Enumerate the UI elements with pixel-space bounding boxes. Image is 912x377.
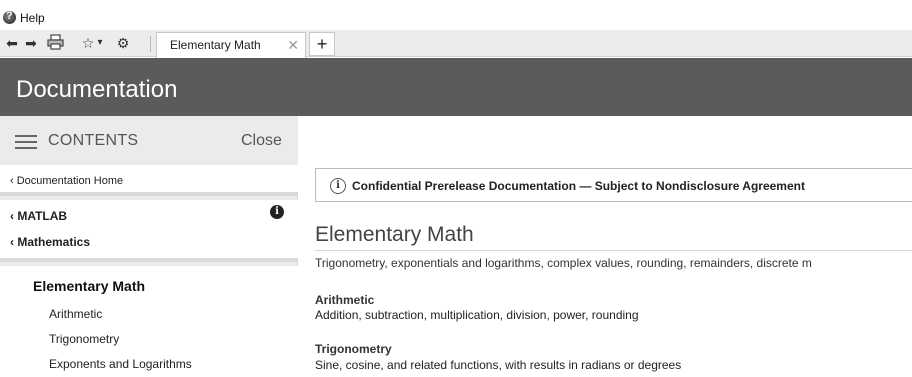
forward-arrow-icon[interactable]: ➡ <box>23 34 39 52</box>
page-summary: Trigonometry, exponentials and logarithm… <box>315 256 812 270</box>
section-trigonometry-link[interactable]: Trigonometry <box>315 342 392 356</box>
info-icon[interactable]: i <box>270 205 284 219</box>
browser-toolbar: ⬅ ➡ ☆ ▾ ⚙ Elementary Math ✕ + <box>0 30 912 58</box>
help-icon <box>3 10 16 24</box>
documentation-home-row: ‹ Documentation Home <box>0 165 298 196</box>
section-arithmetic-description: Addition, subtraction, multiplication, d… <box>315 308 639 322</box>
breadcrumb-mathematics-link[interactable]: ‹ Mathematics <box>10 235 90 249</box>
documentation-home-link[interactable]: ‹ Documentation Home <box>10 175 123 187</box>
back-arrow-icon[interactable]: ⬅ <box>4 34 20 52</box>
breadcrumb-nav: ‹ MATLAB ‹ Mathematics i <box>0 200 298 262</box>
print-icon[interactable] <box>46 34 66 52</box>
documentation-header: Documentation <box>0 58 912 116</box>
window-titlebar: Help <box>0 0 912 30</box>
tab-label: Elementary Math <box>170 38 261 52</box>
favorites-star-icon[interactable]: ☆ <box>80 34 96 52</box>
contents-bar: CONTENTS Close <box>0 116 298 165</box>
toc-item-exponents-logarithms[interactable]: Exponents and Logarithms <box>49 357 192 371</box>
settings-gear-icon[interactable]: ⚙ <box>114 34 132 52</box>
breadcrumb-matlab-link[interactable]: ‹ MATLAB <box>10 209 67 223</box>
title-divider <box>315 250 912 251</box>
documentation-title: Documentation <box>16 76 178 103</box>
tab-elementary-math[interactable]: Elementary Math ✕ <box>156 32 306 58</box>
toc-item-arithmetic[interactable]: Arithmetic <box>49 307 102 321</box>
hamburger-menu-icon[interactable] <box>15 135 37 149</box>
table-of-contents: Elementary Math Arithmetic Trigonometry … <box>0 266 298 377</box>
page-title: Elementary Math <box>315 223 474 246</box>
confidential-notice-banner: i Confidential Prerelease Documentation … <box>315 168 912 202</box>
toc-heading[interactable]: Elementary Math <box>33 278 145 294</box>
main-content: i Confidential Prerelease Documentation … <box>299 116 912 377</box>
toc-item-trigonometry[interactable]: Trigonometry <box>49 332 119 346</box>
new-tab-button[interactable]: + <box>309 32 335 56</box>
favorites-dropdown-icon[interactable]: ▾ <box>96 34 104 52</box>
close-contents-button[interactable]: Close <box>241 132 282 150</box>
contents-sidebar: CONTENTS Close ‹ Documentation Home ‹ MA… <box>0 116 298 377</box>
printer-svg <box>47 34 64 50</box>
section-arithmetic-link[interactable]: Arithmetic <box>315 293 374 307</box>
window-title: Help <box>20 11 45 25</box>
notice-info-icon: i <box>330 178 346 194</box>
toolbar-divider <box>150 36 151 52</box>
contents-label[interactable]: CONTENTS <box>48 132 138 150</box>
section-trigonometry-description: Sine, cosine, and related functions, wit… <box>315 358 682 372</box>
tab-close-icon[interactable]: ✕ <box>287 33 299 57</box>
notice-text: Confidential Prerelease Documentation — … <box>352 179 805 193</box>
